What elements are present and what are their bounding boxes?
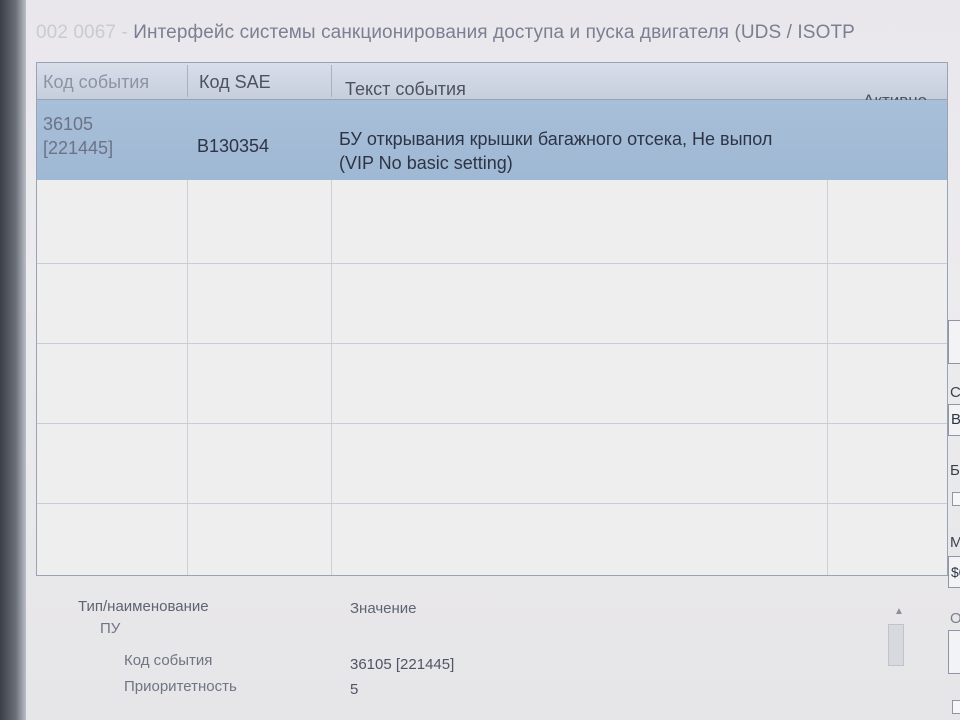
window-title: 002 0067 - Интерфейс системы санкциониро… <box>36 22 855 44</box>
right-label-s: С <box>950 384 960 401</box>
diagnostic-window: 002 0067 - Интерфейс системы санкциониро… <box>26 0 960 720</box>
window-title-id: 002 0067 - <box>36 22 134 43</box>
event-code-cell: 36105 [221445] <box>43 112 113 160</box>
event-text-line1: БУ открывания крышки багажного отсека, Н… <box>339 129 773 149</box>
right-label-ma: Ма <box>950 534 960 551</box>
details-group: ПУ <box>100 620 121 637</box>
details-row-value: 36105 [221445] <box>350 656 455 673</box>
right-label-update: Обн <box>950 610 960 627</box>
details-col-type: Тип/наименование <box>78 598 209 615</box>
right-value-field[interactable]: $00 <box>948 556 960 588</box>
details-row-value: 5 <box>350 681 359 698</box>
right-select-b[interactable]: В <box>948 404 960 436</box>
right-update-box[interactable] <box>948 630 960 674</box>
col-event-code[interactable]: Код события <box>43 72 149 93</box>
details-panel: Тип/наименование Значение ▲ ПУ Код событ… <box>36 586 916 720</box>
event-code: 36105 <box>43 114 94 134</box>
event-text-cell: БУ открывания крышки багажного отсека, Н… <box>339 127 772 175</box>
col-sae-code[interactable]: Код SAE <box>199 72 271 93</box>
table-header: Код события Код SAE Текст события Активн… <box>37 63 947 110</box>
details-scrollbar[interactable] <box>888 624 904 666</box>
right-panel: С В Би Ма $00 Обн П <box>946 300 960 720</box>
right-label-bi: Би <box>950 462 960 479</box>
monitor-bezel <box>0 0 26 720</box>
scroll-up-icon[interactable]: ▲ <box>894 606 904 617</box>
right-checkbox-p[interactable] <box>952 700 960 714</box>
event-code-sub: [221445] <box>43 138 114 158</box>
right-panel-box[interactable] <box>948 320 960 364</box>
col-event-text[interactable]: Текст события <box>345 79 466 100</box>
sae-code-cell: B130354 <box>197 136 270 156</box>
event-text-line2: (VIP No basic setting) <box>339 153 513 173</box>
details-row-name: Приоритетность <box>124 678 237 695</box>
right-checkbox[interactable] <box>952 492 960 506</box>
event-table: Код события Код SAE Текст события Активн… <box>36 62 948 576</box>
title-bar: 002 0067 - Интерфейс системы санкциониро… <box>26 0 960 60</box>
table-row[interactable]: 36105 [221445] B130354 БУ открывания кры… <box>37 100 947 180</box>
details-col-value: Значение <box>350 600 417 617</box>
details-row-name: Код события <box>124 652 213 669</box>
window-title-name: Интерфейс системы санкционирования досту… <box>133 22 855 43</box>
